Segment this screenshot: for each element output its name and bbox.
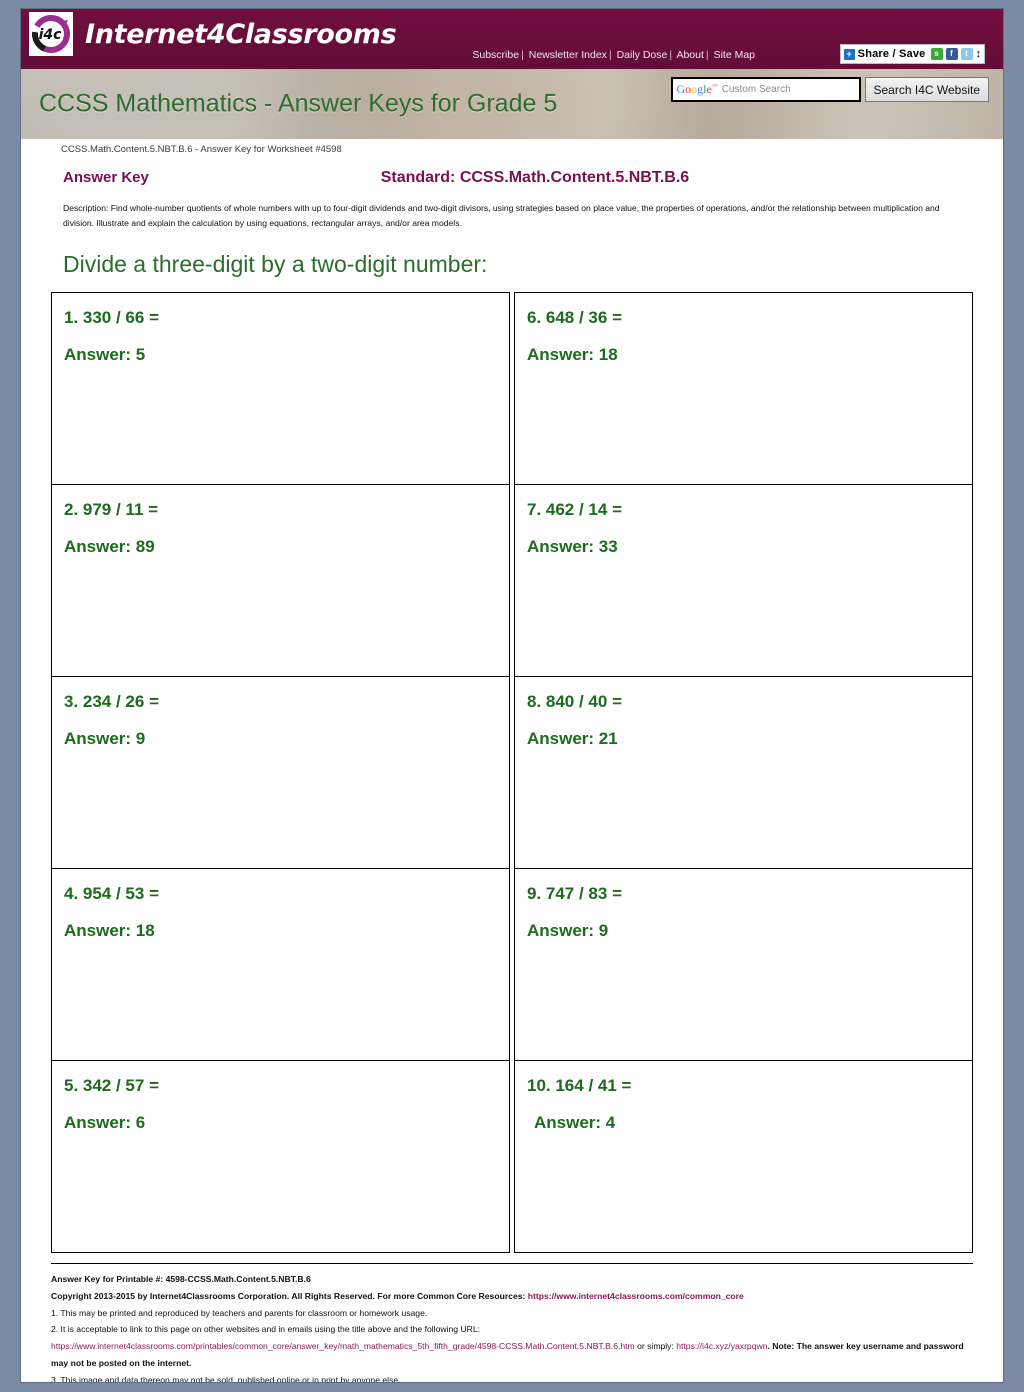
worksheet-short-url-link[interactable]: https://i4c.xyz/yaxrpqwn <box>676 1341 767 1351</box>
twitter-icon[interactable]: t <box>960 48 973 60</box>
problem-text: 8. 840 / 40 = <box>527 692 622 712</box>
problem-text: 2. 979 / 11 = <box>64 500 159 520</box>
share-save-widget[interactable]: + Share / Save s f t ↕ <box>839 44 985 64</box>
answer-key-label: Answer Key <box>63 169 149 186</box>
problem-text: 7. 462 / 14 = <box>527 500 622 520</box>
problem-text: 6. 648 / 36 = <box>527 308 622 328</box>
problem-text: 3. 234 / 26 = <box>64 692 159 712</box>
footer-url-block: https://www.internet4classrooms.com/prin… <box>51 1338 973 1372</box>
share-plus-icon: + <box>843 48 855 60</box>
search-input[interactable]: Google™ Custom Search <box>670 77 861 102</box>
footer-term-2: 2. It is acceptable to link to this page… <box>51 1324 480 1335</box>
problem-cell: 2. 979 / 11 = Answer: 89 <box>52 485 509 678</box>
google-logo-icon: Google™ <box>676 82 718 96</box>
footer-printable-id: Answer Key for Printable #: 4598-CCSS.Ma… <box>51 1274 311 1285</box>
problem-cell: 6. 648 / 36 = Answer: 18 <box>515 293 972 486</box>
common-core-link[interactable]: https://www.internet4classrooms.com/comm… <box>528 1291 744 1301</box>
standard-label: Standard: CCSS.Math.Content.5.NBT.B.6 <box>380 169 690 186</box>
problems-right-column: 6. 648 / 36 = Answer: 18 7. 462 / 14 = A… <box>514 292 973 1254</box>
facebook-icon[interactable]: f <box>945 48 958 60</box>
printable-page: i4c Internet4Classrooms Subscribe | Newsl… <box>20 8 1004 1383</box>
trademark-symbol: ™ <box>711 84 718 90</box>
answer-text: Answer: 6 <box>64 1113 146 1133</box>
page-banner: CCSS Mathematics - Answer Keys for Grade… <box>21 69 1003 139</box>
nav-item-about[interactable]: About <box>676 49 703 61</box>
answer-text: Answer: 89 <box>64 537 155 557</box>
standard-description: Description: Find whole-number quotients… <box>63 203 940 229</box>
nav-separator: | <box>705 49 709 61</box>
search-placeholder: Custom Search <box>721 84 791 95</box>
problem-cell: 7. 462 / 14 = Answer: 33 <box>515 485 972 678</box>
answer-text: Answer: 18 <box>527 345 618 365</box>
or-simply-text: or simply: <box>634 1341 677 1352</box>
footer-term-3: 3. This image and data thereon may not b… <box>51 1374 401 1383</box>
answer-text: Answer: 5 <box>64 345 146 365</box>
brand-name: Internet4Classrooms <box>85 18 397 50</box>
site-header: i4c Internet4Classrooms Subscribe | Newsl… <box>21 9 1003 69</box>
nav-item-newsletter-index[interactable]: Newsletter Index <box>529 49 607 61</box>
page-title: CCSS Mathematics - Answer Keys for Grade… <box>39 89 558 118</box>
footer-copyright-text: Copyright 2013-2015 by Internet4Classroo… <box>51 1290 526 1301</box>
problem-cell: 5. 342 / 57 = Answer: 6 <box>52 1061 509 1254</box>
problem-text: 10. 164 / 41 = <box>527 1076 632 1096</box>
problem-cell: 3. 234 / 26 = Answer: 9 <box>52 677 509 870</box>
problem-text: 1. 330 / 66 = <box>64 308 159 328</box>
answer-text: Answer: 18 <box>64 921 155 941</box>
nav-item-daily-dose[interactable]: Daily Dose <box>617 49 668 61</box>
nav-separator: | <box>669 49 673 61</box>
worksheet-long-url-link[interactable]: https://www.internet4classrooms.com/prin… <box>51 1341 635 1351</box>
problems-grid: 1. 330 / 66 = Answer: 5 2. 979 / 11 = An… <box>51 292 973 1254</box>
footer-term-1: 1. This may be printed and reproduced by… <box>51 1307 428 1318</box>
primary-nav: Subscribe | Newsletter Index | Daily Dose |… <box>472 49 755 61</box>
svg-text:i4c: i4c <box>39 27 63 43</box>
section-title: Divide a three-digit by a two-digit numb… <box>63 251 488 278</box>
page-content: CCSS.Math.Content.5.NBT.B.6 - Answer Key… <box>21 144 1003 1383</box>
problem-text: 9. 747 / 83 = <box>527 884 622 904</box>
problem-cell: 8. 840 / 40 = Answer: 21 <box>515 677 972 870</box>
site-logo[interactable]: i4c Internet4Classrooms <box>29 12 397 56</box>
problem-cell: 9. 747 / 83 = Answer: 9 <box>515 869 972 1062</box>
nav-item-site-map[interactable]: Site Map <box>714 49 755 61</box>
problem-cell: 10. 164 / 41 = Answer: 4 <box>515 1061 972 1254</box>
footer-copyright: Copyright 2013-2015 by Internet4Classroo… <box>51 1288 973 1305</box>
i4c-logo-icon: i4c <box>29 12 73 56</box>
nav-separator: | <box>608 49 612 61</box>
answer-text: Answer: 9 <box>527 921 609 941</box>
nav-item-subscribe[interactable]: Subscribe <box>472 49 519 61</box>
search-button[interactable]: Search I4C Website <box>864 77 989 102</box>
problem-cell: 4. 954 / 53 = Answer: 18 <box>52 869 509 1062</box>
answer-text: Answer: 4 <box>534 1113 616 1133</box>
share-save-label: Share / Save <box>857 48 926 60</box>
problem-text: 5. 342 / 57 = <box>64 1076 159 1096</box>
problem-cell: 1. 330 / 66 = Answer: 5 <box>52 293 509 486</box>
problems-left-column: 1. 330 / 66 = Answer: 5 2. 979 / 11 = An… <box>51 292 510 1254</box>
more-options-caret-icon[interactable]: ↕ <box>976 48 982 60</box>
answer-text: Answer: 21 <box>527 729 618 749</box>
site-search: Google™ Custom Search Search I4C Website <box>670 77 989 102</box>
nav-separator: | <box>521 49 524 61</box>
worksheet-id: CCSS.Math.Content.5.NBT.B.6 - Answer Key… <box>61 144 342 155</box>
share-this-icon[interactable]: s <box>930 48 943 60</box>
page-footer: Answer Key for Printable #: 4598-CCSS.Ma… <box>51 1263 973 1383</box>
problem-text: 4. 954 / 53 = <box>64 884 159 904</box>
answer-text: Answer: 33 <box>527 537 618 557</box>
answer-key-header-row: Answer Key Standard: CCSS.Math.Content.5… <box>63 169 961 187</box>
answer-text: Answer: 9 <box>64 729 146 749</box>
